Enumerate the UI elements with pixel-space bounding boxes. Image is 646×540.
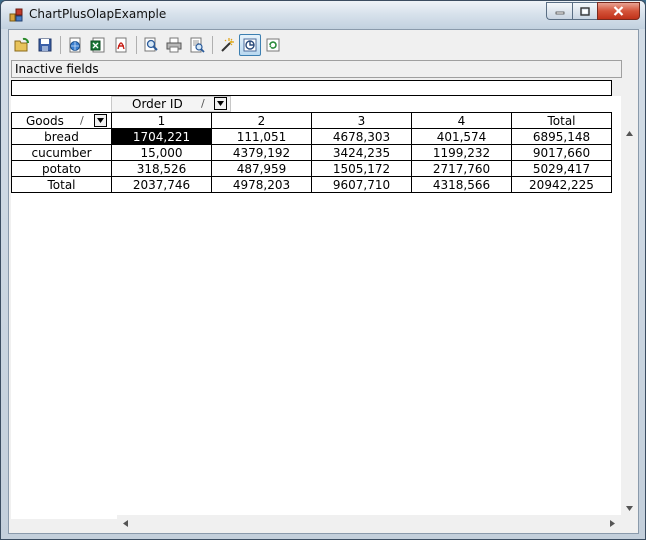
app-window: ChartPlusOlapExample Inactive fields Ord… [0,0,646,540]
app-icon [9,8,23,22]
table-row-total: Total 2037,746 4978,203 9607,710 4318,56… [11,176,612,193]
save-icon [38,38,52,52]
row-field-label: Goods [26,113,64,128]
minimize-icon [555,11,564,15]
chevron-down-icon [217,101,224,106]
total-cell[interactable]: 4978,203 [211,176,312,193]
inactive-fields-bar[interactable]: Inactive fields [11,60,622,78]
minimize-button[interactable] [546,2,572,20]
wizard-button[interactable] [216,34,238,56]
scroll-right-icon[interactable] [610,520,615,527]
data-cell[interactable]: 9017,660 [511,144,612,161]
zoom-icon [144,37,158,52]
client-area: Inactive fields Order ID / Goods / 1 2 3… [8,29,639,534]
row-field-dropdown[interactable] [94,113,107,127]
chart-toggle-button[interactable] [239,34,261,56]
toolbar-separator [212,36,213,54]
row-field-goods[interactable]: Goods / [11,112,112,129]
export-excel-icon [90,37,105,53]
wizard-icon [221,38,234,52]
data-cell[interactable]: 111,051 [211,128,312,145]
table-row: potato 318,526 487,959 1505,172 2717,760… [11,160,612,177]
export-excel-button[interactable] [87,34,109,56]
filter-area[interactable] [11,80,612,96]
print-button[interactable] [163,34,185,56]
row-header-total[interactable]: Total [11,176,112,193]
total-cell[interactable]: 2037,746 [111,176,212,193]
sort-indicator: / [201,97,205,110]
toolbar [11,32,285,58]
data-cell[interactable]: 401,574 [411,128,512,145]
chevron-down-icon [97,117,104,123]
chart-toggle-icon [243,38,257,52]
data-cell[interactable]: 487,959 [211,160,312,177]
column-header[interactable]: 3 [311,112,412,129]
column-header[interactable]: 4 [411,112,512,129]
data-cell-selected[interactable]: 1704,221 [111,128,212,145]
refresh-button[interactable] [262,34,284,56]
column-header[interactable]: 1 [111,112,212,129]
total-cell[interactable]: 4318,566 [411,176,512,193]
close-button[interactable] [597,2,640,20]
export-pdf-button[interactable] [110,34,132,56]
window-title: ChartPlusOlapExample [29,7,167,21]
sort-indicator: / [80,113,84,127]
total-cell[interactable]: 9607,710 [311,176,412,193]
toolbar-separator [60,36,61,54]
save-button[interactable] [34,34,56,56]
open-icon [14,37,29,52]
pivot-table: Goods / 1 2 3 4 Total bread 1704,221 111… [11,112,612,193]
data-cell[interactable]: 2717,760 [411,160,512,177]
column-field-label: Order ID [132,97,183,111]
print-preview-button[interactable] [186,34,208,56]
column-header[interactable]: 2 [211,112,312,129]
export-pdf-icon [115,37,127,53]
table-row: cucumber 15,000 4379,192 3424,235 1199,2… [11,144,612,161]
scroll-up-icon[interactable] [626,131,633,136]
column-field-order-id[interactable]: Order ID / [111,96,231,112]
export-html-button[interactable] [64,34,86,56]
scroll-left-icon[interactable] [123,520,128,527]
data-cell[interactable]: 4379,192 [211,144,312,161]
title-bar[interactable]: ChartPlusOlapExample [1,1,645,29]
vertical-scrollbar[interactable] [621,96,638,519]
maximize-button[interactable] [572,2,597,20]
table-row: bread 1704,221 111,051 4678,303 401,574 … [11,128,612,145]
data-cell[interactable]: 1505,172 [311,160,412,177]
data-cell[interactable]: 15,000 [111,144,212,161]
horizontal-scrollbar[interactable] [117,515,621,532]
column-field-dropdown[interactable] [214,97,227,110]
data-cell[interactable]: 4678,303 [311,128,412,145]
zoom-button[interactable] [140,34,162,56]
pivot-header-row: Goods / 1 2 3 4 Total [11,112,612,129]
data-cell[interactable]: 5029,417 [511,160,612,177]
close-icon [613,6,624,16]
row-header[interactable]: cucumber [11,144,112,161]
pivot-grid[interactable]: Order ID / Goods / 1 2 3 4 Total bread 1… [11,96,631,519]
scroll-down-icon[interactable] [626,506,633,511]
data-cell[interactable]: 1199,232 [411,144,512,161]
row-header[interactable]: bread [11,128,112,145]
row-header[interactable]: potato [11,160,112,177]
data-cell[interactable]: 6895,148 [511,128,612,145]
open-button[interactable] [11,34,33,56]
print-icon [166,37,182,53]
data-cell[interactable]: 318,526 [111,160,212,177]
column-header-total[interactable]: Total [511,112,612,129]
refresh-icon [266,38,280,52]
data-cell[interactable]: 3424,235 [311,144,412,161]
toolbar-separator [136,36,137,54]
export-html-icon [69,37,81,53]
print-preview-icon [190,37,205,53]
maximize-icon [580,6,590,16]
total-cell[interactable]: 20942,225 [511,176,612,193]
